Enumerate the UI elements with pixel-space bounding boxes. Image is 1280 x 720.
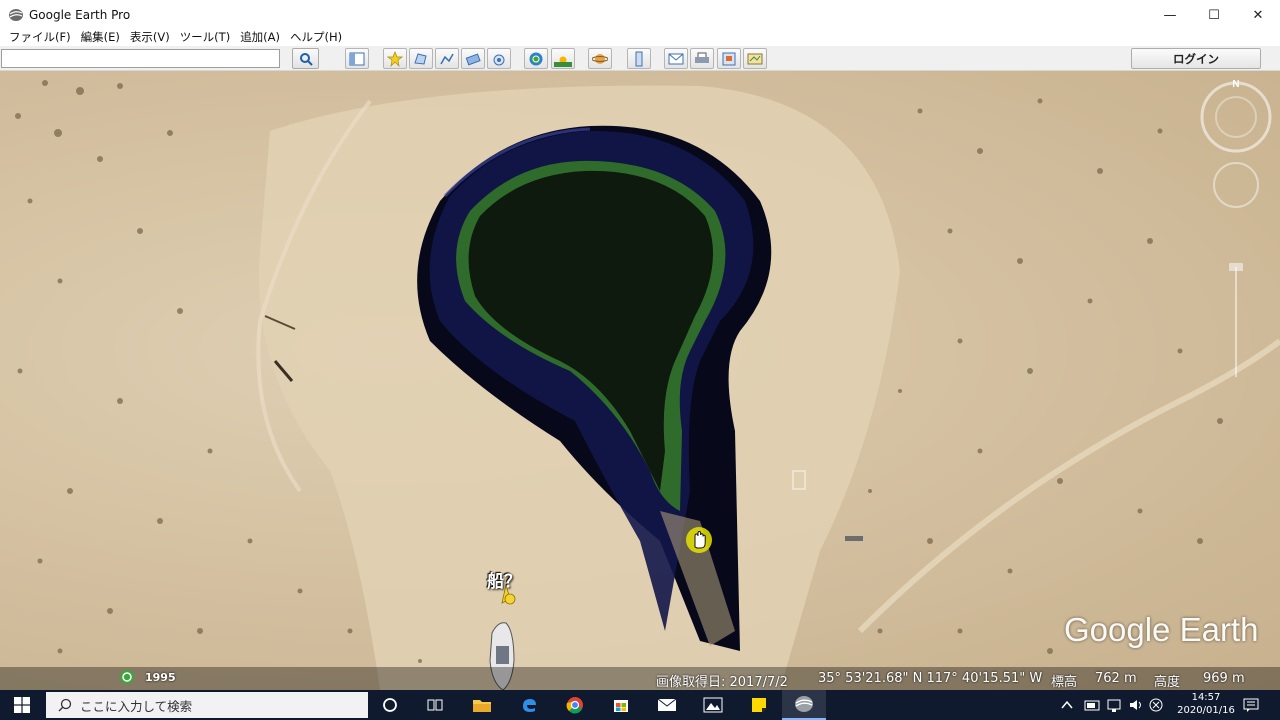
maximize-button[interactable]: ☐ xyxy=(1192,0,1236,30)
sidebar-icon xyxy=(349,52,365,65)
imagery-date: 画像取得日: 2017/7/2 xyxy=(656,675,788,690)
switch-planet-button[interactable] xyxy=(588,48,612,69)
search-button[interactable] xyxy=(292,48,319,69)
save-image-button[interactable] xyxy=(717,48,741,69)
google-earth-icon xyxy=(795,696,813,712)
mail-button[interactable] xyxy=(645,690,689,720)
login-button[interactable]: ログイン xyxy=(1131,48,1261,69)
edge-icon xyxy=(523,699,536,712)
north-indicator: N xyxy=(1232,79,1239,90)
menu-help[interactable]: ヘルプ(H) xyxy=(285,29,347,45)
view-in-maps-icon xyxy=(747,53,763,64)
print-icon xyxy=(695,52,709,63)
task-view-button[interactable] xyxy=(413,690,457,720)
navigation-control[interactable]: N xyxy=(1196,77,1280,397)
google-earth-logo: Google Earth xyxy=(1064,611,1259,648)
sunlight-button[interactable] xyxy=(551,48,575,69)
window-title: Google Earth Pro xyxy=(29,8,131,22)
path-icon xyxy=(440,53,454,64)
ruler-icon xyxy=(635,51,643,66)
status-bar xyxy=(0,667,1280,690)
view-in-maps-button[interactable] xyxy=(743,48,767,69)
placemark-label[interactable]: 船？ xyxy=(487,567,521,592)
edge-button[interactable] xyxy=(507,690,551,720)
taskbar: ここに入力して検索 14:57 2020/01/16 xyxy=(0,690,1280,720)
map-view[interactable]: 船？ N Google Earth 1995 画像取得日: 2017/7/2 3… xyxy=(0,71,1280,690)
toolbar: ログイン xyxy=(0,46,1280,71)
chrome-icon xyxy=(566,697,583,714)
add-polygon-button[interactable] xyxy=(409,48,433,69)
overlay-icon xyxy=(465,52,481,65)
photos-button[interactable] xyxy=(691,690,735,720)
eye-altitude-label: 高度 xyxy=(1154,675,1181,690)
eye-altitude-value: 969 m xyxy=(1203,671,1245,686)
minimize-button[interactable]: — xyxy=(1148,0,1192,30)
elevation-value: 762 m xyxy=(1095,671,1137,686)
look-joystick[interactable] xyxy=(1200,81,1272,153)
file-explorer-icon xyxy=(473,700,491,712)
taskbar-clock[interactable]: 14:57 2020/01/16 xyxy=(1175,691,1237,717)
photos-icon xyxy=(703,697,723,713)
menu-bar: ファイル(F) 編集(E) 表示(V) ツール(T) 追加(A) ヘルプ(H) xyxy=(0,28,1280,46)
title-bar: Google Earth Pro — ☐ ✕ xyxy=(0,0,1280,30)
record-tour-button[interactable] xyxy=(487,48,511,69)
search-icon xyxy=(299,52,313,66)
sticky-notes-button[interactable] xyxy=(737,690,781,720)
clock-date: 2020/01/16 xyxy=(1177,705,1235,716)
menu-add[interactable]: 追加(A) xyxy=(235,29,285,45)
email-button[interactable] xyxy=(664,48,688,69)
historical-imagery-button[interactable] xyxy=(524,48,548,69)
taskbar-search[interactable]: ここに入力して検索 xyxy=(46,692,368,718)
menu-tools[interactable]: ツール(T) xyxy=(175,29,236,45)
notifications-icon[interactable] xyxy=(1243,697,1259,713)
system-tray-icons[interactable] xyxy=(1058,697,1168,713)
historical-imagery-icon xyxy=(529,52,543,65)
add-overlay-button[interactable] xyxy=(461,48,485,69)
ruler-button[interactable] xyxy=(627,48,651,69)
menu-edit[interactable]: 編集(E) xyxy=(76,29,125,45)
cortana-button[interactable] xyxy=(368,690,412,720)
sidebar-toggle-button[interactable] xyxy=(345,48,369,69)
email-icon xyxy=(668,53,684,64)
file-explorer-button[interactable] xyxy=(460,690,504,720)
google-earth-taskbar-button[interactable] xyxy=(782,690,826,720)
planet-icon xyxy=(592,53,608,64)
sticky-notes-icon xyxy=(752,698,766,712)
sunlight-icon xyxy=(554,56,572,67)
google-earth-app-icon xyxy=(9,9,23,21)
windows-icon xyxy=(14,697,30,713)
search-icon xyxy=(58,698,72,712)
zoom-slider-thumb[interactable] xyxy=(1229,263,1243,271)
store-button[interactable] xyxy=(599,690,643,720)
clock-time: 14:57 xyxy=(1191,692,1221,703)
mail-icon xyxy=(657,698,677,711)
move-joystick[interactable] xyxy=(1213,162,1259,208)
print-button[interactable] xyxy=(690,48,714,69)
cortana-icon xyxy=(383,698,397,712)
task-view-icon xyxy=(427,699,443,711)
menu-view[interactable]: 表示(V) xyxy=(125,29,175,45)
store-icon xyxy=(614,700,628,712)
chrome-button[interactable] xyxy=(553,690,597,720)
start-button[interactable] xyxy=(0,690,44,720)
tour-icon xyxy=(493,54,505,65)
satellite-terrain xyxy=(15,80,1280,690)
elevation-label: 標高 xyxy=(1051,675,1078,690)
close-button[interactable]: ✕ xyxy=(1236,0,1280,30)
historical-year: 1995 xyxy=(145,671,176,684)
save-image-icon xyxy=(722,52,736,65)
hand-cursor-icon xyxy=(686,527,712,553)
search-input[interactable] xyxy=(1,49,280,68)
taskbar-search-placeholder: ここに入力して検索 xyxy=(80,698,193,714)
coordinates: 35° 53'21.68" N 117° 40'15.51" W xyxy=(818,671,1043,686)
add-path-button[interactable] xyxy=(435,48,459,69)
menu-file[interactable]: ファイル(F) xyxy=(4,29,76,45)
placemark-icon xyxy=(387,50,403,67)
historical-imagery-status-icon[interactable] xyxy=(119,669,135,685)
add-placemark-button[interactable] xyxy=(383,48,407,69)
polygon-icon xyxy=(414,52,427,65)
